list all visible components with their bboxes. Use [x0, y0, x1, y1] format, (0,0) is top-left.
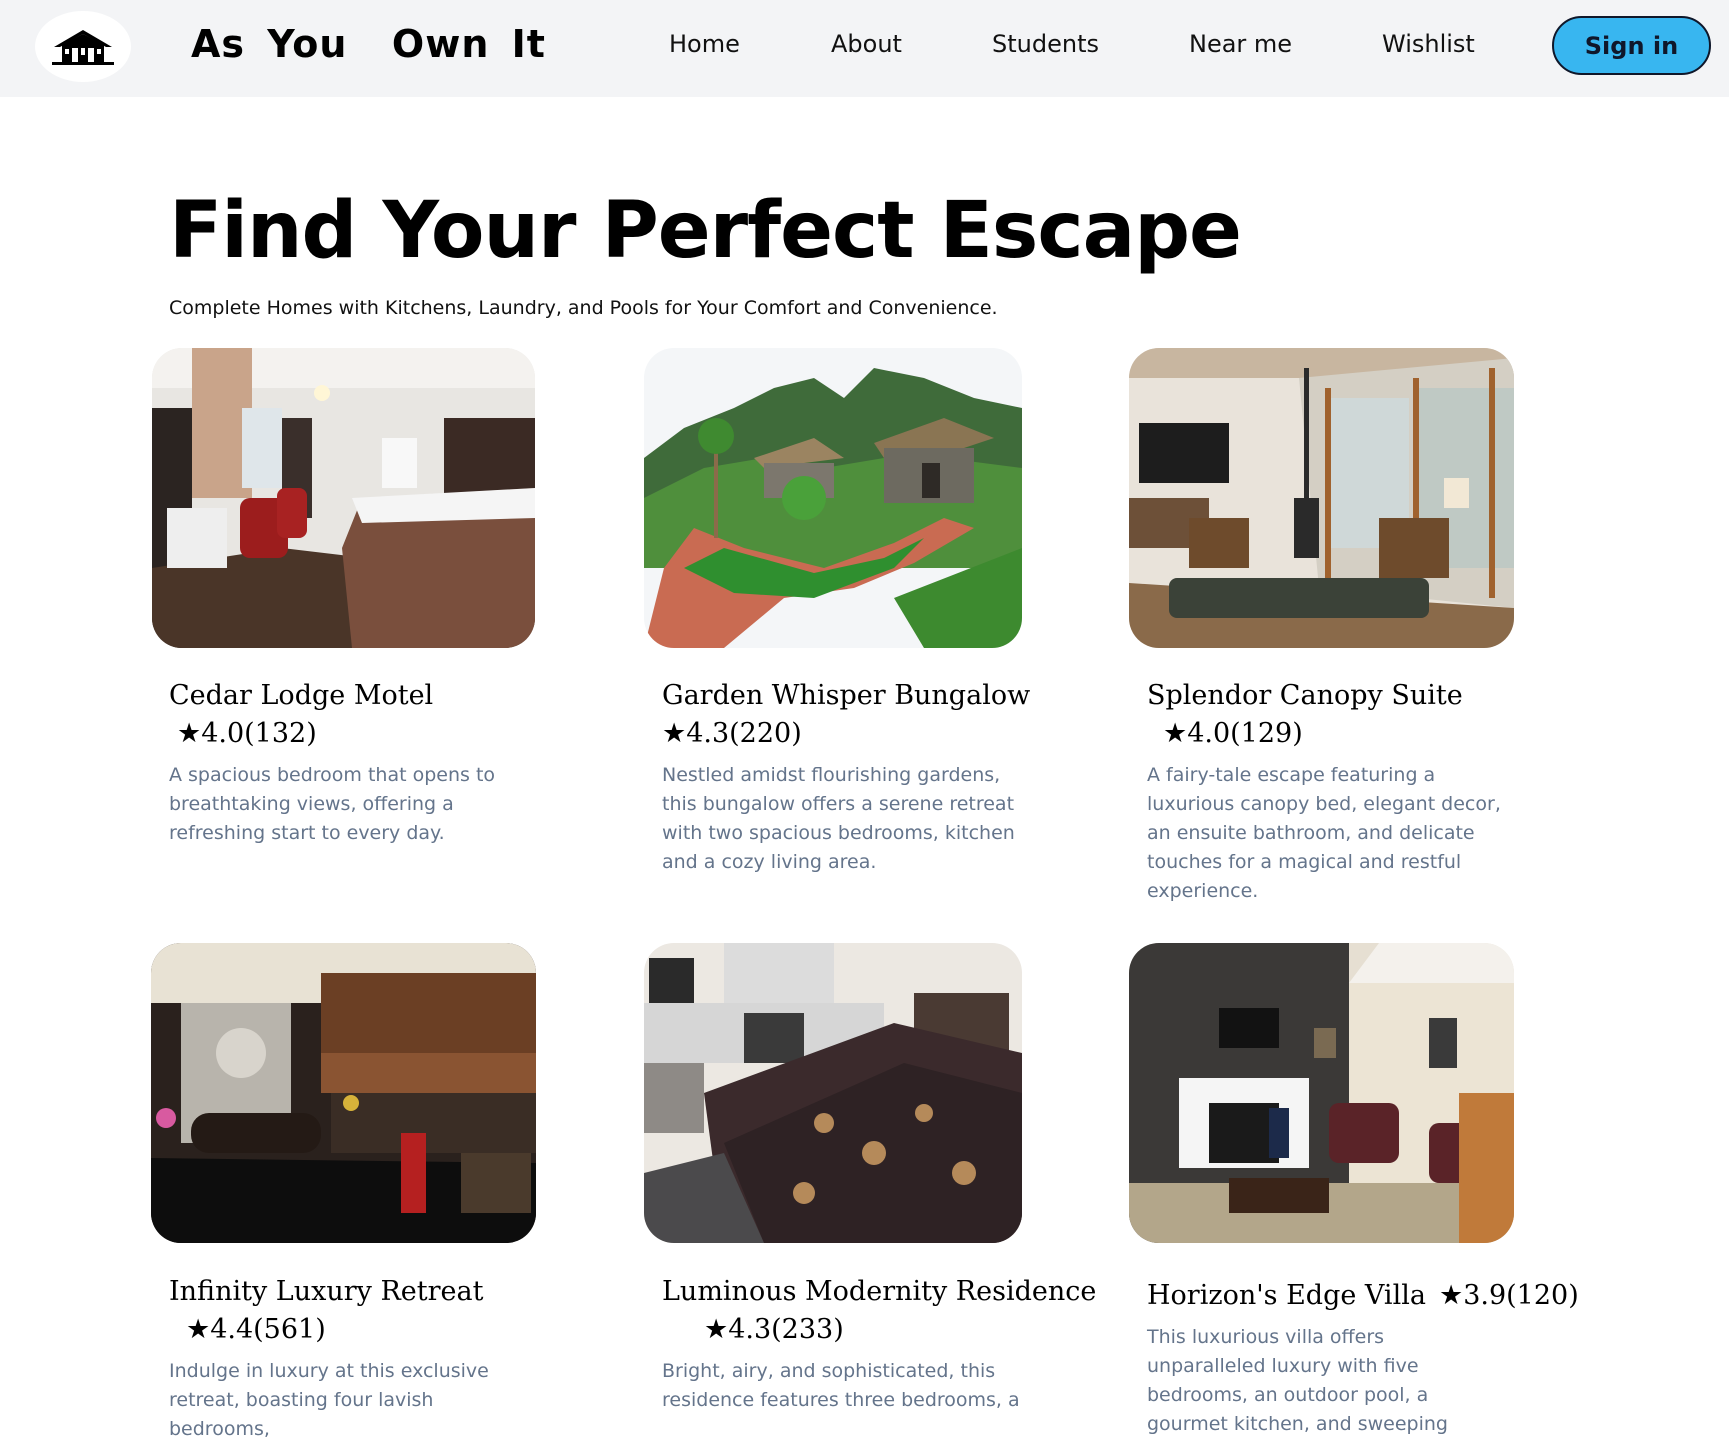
- site-header: As You Own It Home About Students Near m…: [0, 0, 1729, 97]
- listing-image-garden-whisper[interactable]: [644, 348, 1022, 648]
- nav-near-me[interactable]: Near me: [1189, 30, 1292, 58]
- villa-living-room-photo: [1129, 943, 1514, 1243]
- listing-title[interactable]: Splendor Canopy Suite: [1147, 680, 1463, 711]
- listing-title[interactable]: Luminous Modernity Residence: [662, 1276, 1096, 1307]
- listing-rating: ★4.4(561): [186, 1314, 326, 1345]
- nav-students[interactable]: Students: [992, 30, 1099, 58]
- listing-rating: ★4.3(220): [662, 718, 802, 749]
- brand-name[interactable]: As You Own It: [191, 22, 546, 66]
- listing-rating: ★4.3(233): [704, 1314, 844, 1345]
- listing-description: Nestled amidst flourishing gardens, this…: [662, 764, 1015, 873]
- garden-bungalow-photo: [644, 348, 1022, 648]
- page-subtitle: Complete Homes with Kitchens, Laundry, a…: [169, 297, 998, 319]
- modern-bedroom-photo: [644, 943, 1022, 1243]
- listing-description: Indulge in luxury at this exclusive retr…: [169, 1360, 489, 1440]
- house-logo-icon: [52, 29, 114, 65]
- listing-rating: ★4.0(132): [177, 718, 317, 749]
- sunroom-photo: [1129, 348, 1514, 648]
- nav-home[interactable]: Home: [669, 30, 740, 58]
- nav-wishlist[interactable]: Wishlist: [1382, 30, 1475, 58]
- hotel-lobby-photo: [151, 943, 536, 1243]
- listing-title[interactable]: Cedar Lodge Motel: [169, 680, 433, 711]
- motel-bedroom-photo: [152, 348, 535, 648]
- listing-title[interactable]: Garden Whisper Bungalow: [662, 680, 1030, 711]
- listing-image-splendor-canopy[interactable]: [1129, 348, 1514, 648]
- listing-description: A fairy-tale escape featuring a luxuriou…: [1147, 764, 1501, 902]
- listing-image-cedar-lodge[interactable]: [152, 348, 535, 648]
- listing-description: Bright, airy, and sophisticated, this re…: [662, 1360, 1020, 1411]
- listing-rating: ★4.0(129): [1163, 718, 1303, 749]
- listing-title[interactable]: Horizon's Edge Villa: [1147, 1280, 1426, 1311]
- listing-image-luminous-modernity[interactable]: [644, 943, 1022, 1243]
- listing-image-horizons-edge[interactable]: [1129, 943, 1514, 1243]
- logo[interactable]: [35, 11, 131, 82]
- listing-rating: ★3.9(120): [1439, 1280, 1579, 1311]
- listing-description: This luxurious villa offers unparalleled…: [1147, 1326, 1448, 1435]
- listing-image-infinity-luxury[interactable]: [151, 943, 536, 1243]
- nav-about[interactable]: About: [831, 30, 902, 58]
- listing-description: A spacious bedroom that opens to breatht…: [169, 764, 496, 844]
- sign-in-button[interactable]: Sign in: [1552, 16, 1711, 75]
- listing-title[interactable]: Infinity Luxury Retreat: [169, 1276, 483, 1307]
- page-title: Find Your Perfect Escape: [169, 186, 1242, 276]
